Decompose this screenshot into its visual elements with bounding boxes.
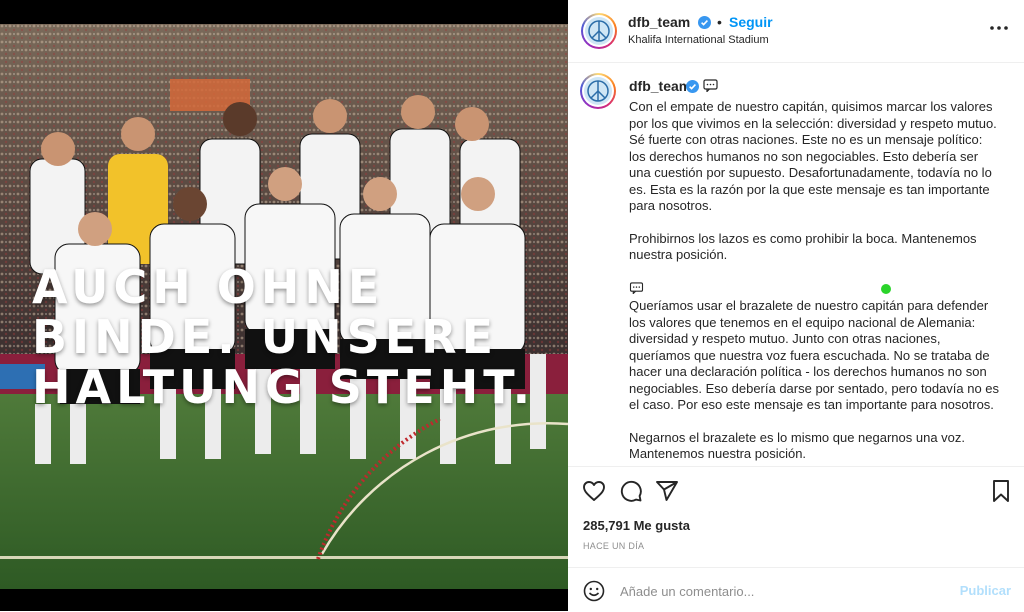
comment-icon[interactable] [619, 479, 643, 503]
header-separator: • [717, 14, 722, 30]
emoji-icon[interactable] [583, 580, 605, 602]
like-count[interactable]: 285,791 Me gusta [583, 518, 690, 533]
caption-paragraph: Prohibirnos los lazos es como prohibir l… [629, 230, 977, 263]
caption-username[interactable]: dfb_team [629, 78, 691, 94]
comment-composer: Publicar [568, 567, 1024, 612]
media-letterbox-top [0, 0, 568, 24]
caption-avatar[interactable] [580, 73, 616, 109]
bookmark-icon[interactable] [989, 479, 1013, 503]
post-details-panel: dfb_team • Seguir Khalifa International … [568, 0, 1024, 611]
media-letterbox-bottom [0, 589, 568, 611]
profile-avatar[interactable] [581, 13, 617, 49]
post-header: dfb_team • Seguir Khalifa International … [568, 0, 1024, 63]
verified-badge-icon [698, 16, 711, 29]
share-icon[interactable] [655, 479, 679, 503]
cursor-indicator [881, 284, 891, 294]
header-username[interactable]: dfb_team [628, 14, 690, 30]
heart-icon[interactable] [582, 479, 606, 503]
comment-input[interactable] [618, 579, 952, 603]
media-overlay-text: AUCH OHNE BINDE. UNSERE HALTUNG STEHT. [32, 260, 536, 414]
post-actions: 285,791 Me gusta HACE UN DÍA [568, 466, 1024, 567]
post-timestamp[interactable]: HACE UN DÍA [583, 541, 644, 551]
caption-paragraph: Negarnos el brazalete es lo mismo que ne… [629, 429, 966, 462]
speech-bubble-icon [703, 79, 718, 92]
more-options-icon[interactable] [988, 18, 1010, 38]
speech-bubble-icon [629, 282, 644, 295]
caption-paragraph: Con el empate de nuestro capitán, quisim… [629, 99, 997, 213]
caption-verified-badge-icon [686, 80, 699, 93]
caption-speech-icon-row [629, 280, 1001, 297]
caption-paragraph: Queríamos usar el brazalete de nuestro c… [629, 298, 1000, 412]
caption-scroll-area[interactable]: dfb_team Con el empate de nuestro capitá… [568, 63, 1024, 465]
post-location[interactable]: Khalifa International Stadium [628, 34, 769, 46]
post-media[interactable]: AUCH OHNE BINDE. UNSERE HALTUNG STEHT. [0, 0, 568, 611]
caption-text: Con el empate de nuestro capitán, quisim… [629, 99, 1001, 465]
publish-button[interactable]: Publicar [960, 583, 1011, 598]
follow-button[interactable]: Seguir [729, 14, 773, 30]
